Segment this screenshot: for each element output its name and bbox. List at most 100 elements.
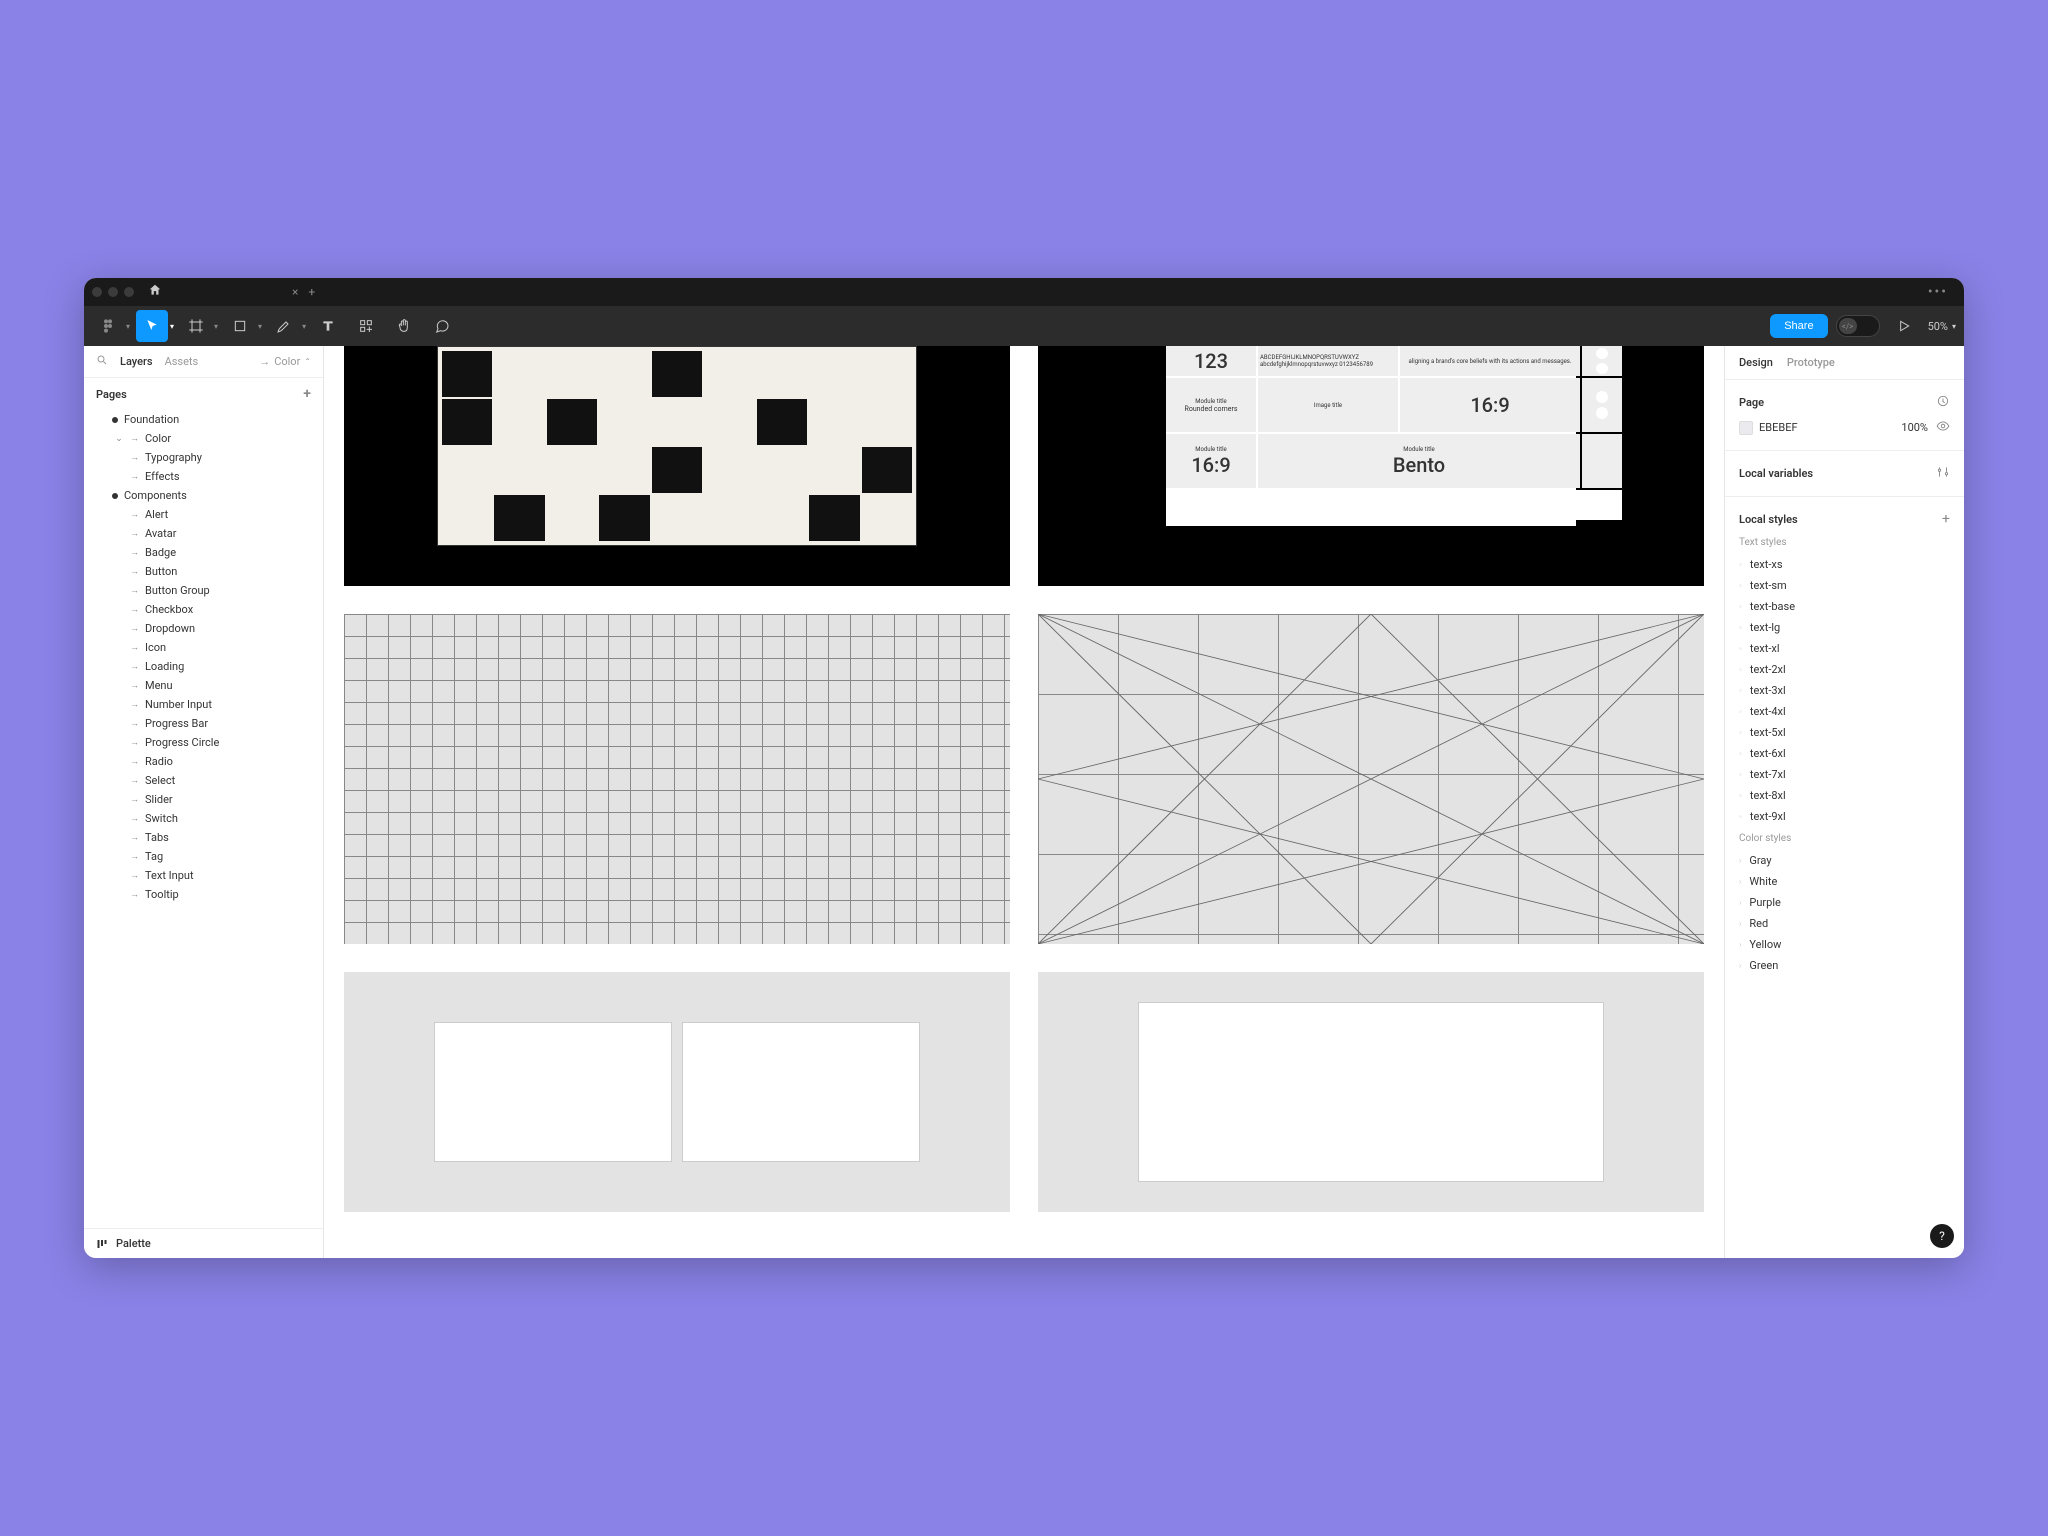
add-page-button[interactable]: +: [303, 386, 311, 402]
color-style-item[interactable]: ›Green: [1739, 955, 1950, 976]
layer-item[interactable]: →Dropdown: [84, 619, 323, 638]
color-swatch: [1739, 421, 1753, 435]
text-style-item[interactable]: ◦text-6xl: [1739, 743, 1950, 764]
layer-item[interactable]: →Text Input: [84, 866, 323, 885]
layer-item[interactable]: Components: [84, 486, 323, 505]
opacity-value[interactable]: 100%: [1901, 421, 1928, 434]
text-style-item[interactable]: ◦text-9xl: [1739, 806, 1950, 827]
pen-tool[interactable]: [268, 310, 300, 342]
text-style-item[interactable]: ◦text-lg: [1739, 617, 1950, 638]
frame-diagonal-grid[interactable]: [1038, 614, 1704, 944]
app-window: × + ••• ▾ ▾ ▾ ▾ ▾: [84, 278, 1964, 1258]
text-style-item[interactable]: ◦text-5xl: [1739, 722, 1950, 743]
local-styles-label: Local styles: [1739, 513, 1798, 526]
visibility-icon[interactable]: [1936, 419, 1950, 436]
tab-close-button[interactable]: ×: [292, 285, 298, 299]
text-tool[interactable]: [312, 310, 344, 342]
color-style-item[interactable]: ›Purple: [1739, 892, 1950, 913]
frame-layout-spec[interactable]: [1038, 972, 1704, 1212]
add-style-button[interactable]: +: [1942, 511, 1950, 527]
layer-item[interactable]: →Progress Circle: [84, 733, 323, 752]
frame-wireframe-columns[interactable]: [344, 972, 1010, 1212]
move-tool[interactable]: [136, 310, 168, 342]
tab-add-button[interactable]: +: [308, 285, 315, 299]
shape-tool[interactable]: [224, 310, 256, 342]
color-style-item[interactable]: ›Red: [1739, 913, 1950, 934]
home-icon[interactable]: [148, 283, 162, 301]
frame-bw-grid[interactable]: [344, 346, 1010, 586]
layer-item[interactable]: →Radio: [84, 752, 323, 771]
tab-layers[interactable]: Layers: [120, 355, 153, 368]
layer-item[interactable]: →Select: [84, 771, 323, 790]
layer-item[interactable]: →Switch: [84, 809, 323, 828]
text-style-item[interactable]: ◦text-2xl: [1739, 659, 1950, 680]
help-button[interactable]: ?: [1930, 1224, 1954, 1248]
layer-item[interactable]: →Tag: [84, 847, 323, 866]
layer-item[interactable]: →Avatar: [84, 524, 323, 543]
text-style-item[interactable]: ◦text-base: [1739, 596, 1950, 617]
palette-footer[interactable]: Palette: [84, 1228, 323, 1258]
present-button[interactable]: [1888, 310, 1920, 342]
tab-design[interactable]: Design: [1739, 356, 1773, 369]
text-style-item[interactable]: ◦text-8xl: [1739, 785, 1950, 806]
text-style-item[interactable]: ◦text-3xl: [1739, 680, 1950, 701]
palette-icon: [96, 1238, 108, 1250]
layer-item[interactable]: →Loading: [84, 657, 323, 676]
local-variables-label: Local variables: [1739, 467, 1813, 480]
frame-fine-grid[interactable]: [344, 614, 1010, 944]
color-style-item[interactable]: ›White: [1739, 871, 1950, 892]
color-style-item[interactable]: ›Gray: [1739, 850, 1950, 871]
text-style-item[interactable]: ◦text-xs: [1739, 554, 1950, 575]
layer-item[interactable]: ⌄→Color: [84, 429, 323, 448]
variables-settings-icon[interactable]: [1936, 465, 1950, 482]
hand-tool[interactable]: [388, 310, 420, 342]
share-button[interactable]: Share: [1770, 314, 1827, 338]
toolbar: ▾ ▾ ▾ ▾ ▾ Share </>: [84, 306, 1964, 346]
left-panel: Layers Assets → Color ⌃ Pages + Foundati…: [84, 346, 324, 1258]
layer-item[interactable]: →Alert: [84, 505, 323, 524]
layer-item[interactable]: →Menu: [84, 676, 323, 695]
text-style-item[interactable]: ◦text-4xl: [1739, 701, 1950, 722]
layer-item[interactable]: →Number Input: [84, 695, 323, 714]
layer-item[interactable]: →Slider: [84, 790, 323, 809]
canvas[interactable]: 123 ABCDEFGHIJKLMNOPQRSTUVWXYZ abcdefghi…: [324, 346, 1724, 1258]
resources-tool[interactable]: [350, 310, 382, 342]
page-selector[interactable]: → Color ⌃: [259, 355, 311, 368]
color-style-item[interactable]: ›Yellow: [1739, 934, 1950, 955]
layer-item[interactable]: →Typography: [84, 448, 323, 467]
comment-tool[interactable]: [426, 310, 458, 342]
figma-menu-icon[interactable]: [92, 310, 124, 342]
tab-bar: × +: [292, 285, 315, 299]
background-color[interactable]: EBEBEF: [1739, 421, 1798, 435]
layer-item[interactable]: →Tabs: [84, 828, 323, 847]
layer-item[interactable]: →Badge: [84, 543, 323, 562]
frame-tool[interactable]: [180, 310, 212, 342]
color-styles-label: Color styles: [1739, 833, 1950, 844]
frame-bento[interactable]: 123 ABCDEFGHIJKLMNOPQRSTUVWXYZ abcdefghi…: [1038, 346, 1704, 586]
layer-tree: Foundation⌄→Color→Typography→EffectsComp…: [84, 410, 323, 1228]
layer-item[interactable]: →Checkbox: [84, 600, 323, 619]
layer-item[interactable]: →Tooltip: [84, 885, 323, 904]
text-styles-label: Text styles: [1739, 537, 1950, 548]
text-style-item[interactable]: ◦text-xl: [1739, 638, 1950, 659]
overflow-menu[interactable]: •••: [1928, 284, 1948, 300]
layer-item[interactable]: →Effects: [84, 467, 323, 486]
zoom-control[interactable]: 50%▾: [1928, 320, 1956, 333]
right-panel: Design Prototype Page EBEBEF 100%: [1724, 346, 1964, 1258]
titlebar: × + •••: [84, 278, 1964, 306]
tab-prototype[interactable]: Prototype: [1787, 356, 1835, 369]
export-icon[interactable]: [1936, 394, 1950, 411]
text-style-item[interactable]: ◦text-sm: [1739, 575, 1950, 596]
layer-item[interactable]: Foundation: [84, 410, 323, 429]
panel-tabs: Layers Assets → Color ⌃: [84, 346, 323, 378]
dev-mode-toggle[interactable]: </>: [1836, 315, 1880, 337]
traffic-lights[interactable]: [92, 287, 134, 297]
search-icon[interactable]: [96, 354, 108, 369]
pages-header: Pages +: [84, 378, 323, 410]
layer-item[interactable]: →Progress Bar: [84, 714, 323, 733]
tab-assets[interactable]: Assets: [165, 355, 199, 368]
layer-item[interactable]: →Icon: [84, 638, 323, 657]
layer-item[interactable]: →Button: [84, 562, 323, 581]
text-style-item[interactable]: ◦text-7xl: [1739, 764, 1950, 785]
layer-item[interactable]: →Button Group: [84, 581, 323, 600]
